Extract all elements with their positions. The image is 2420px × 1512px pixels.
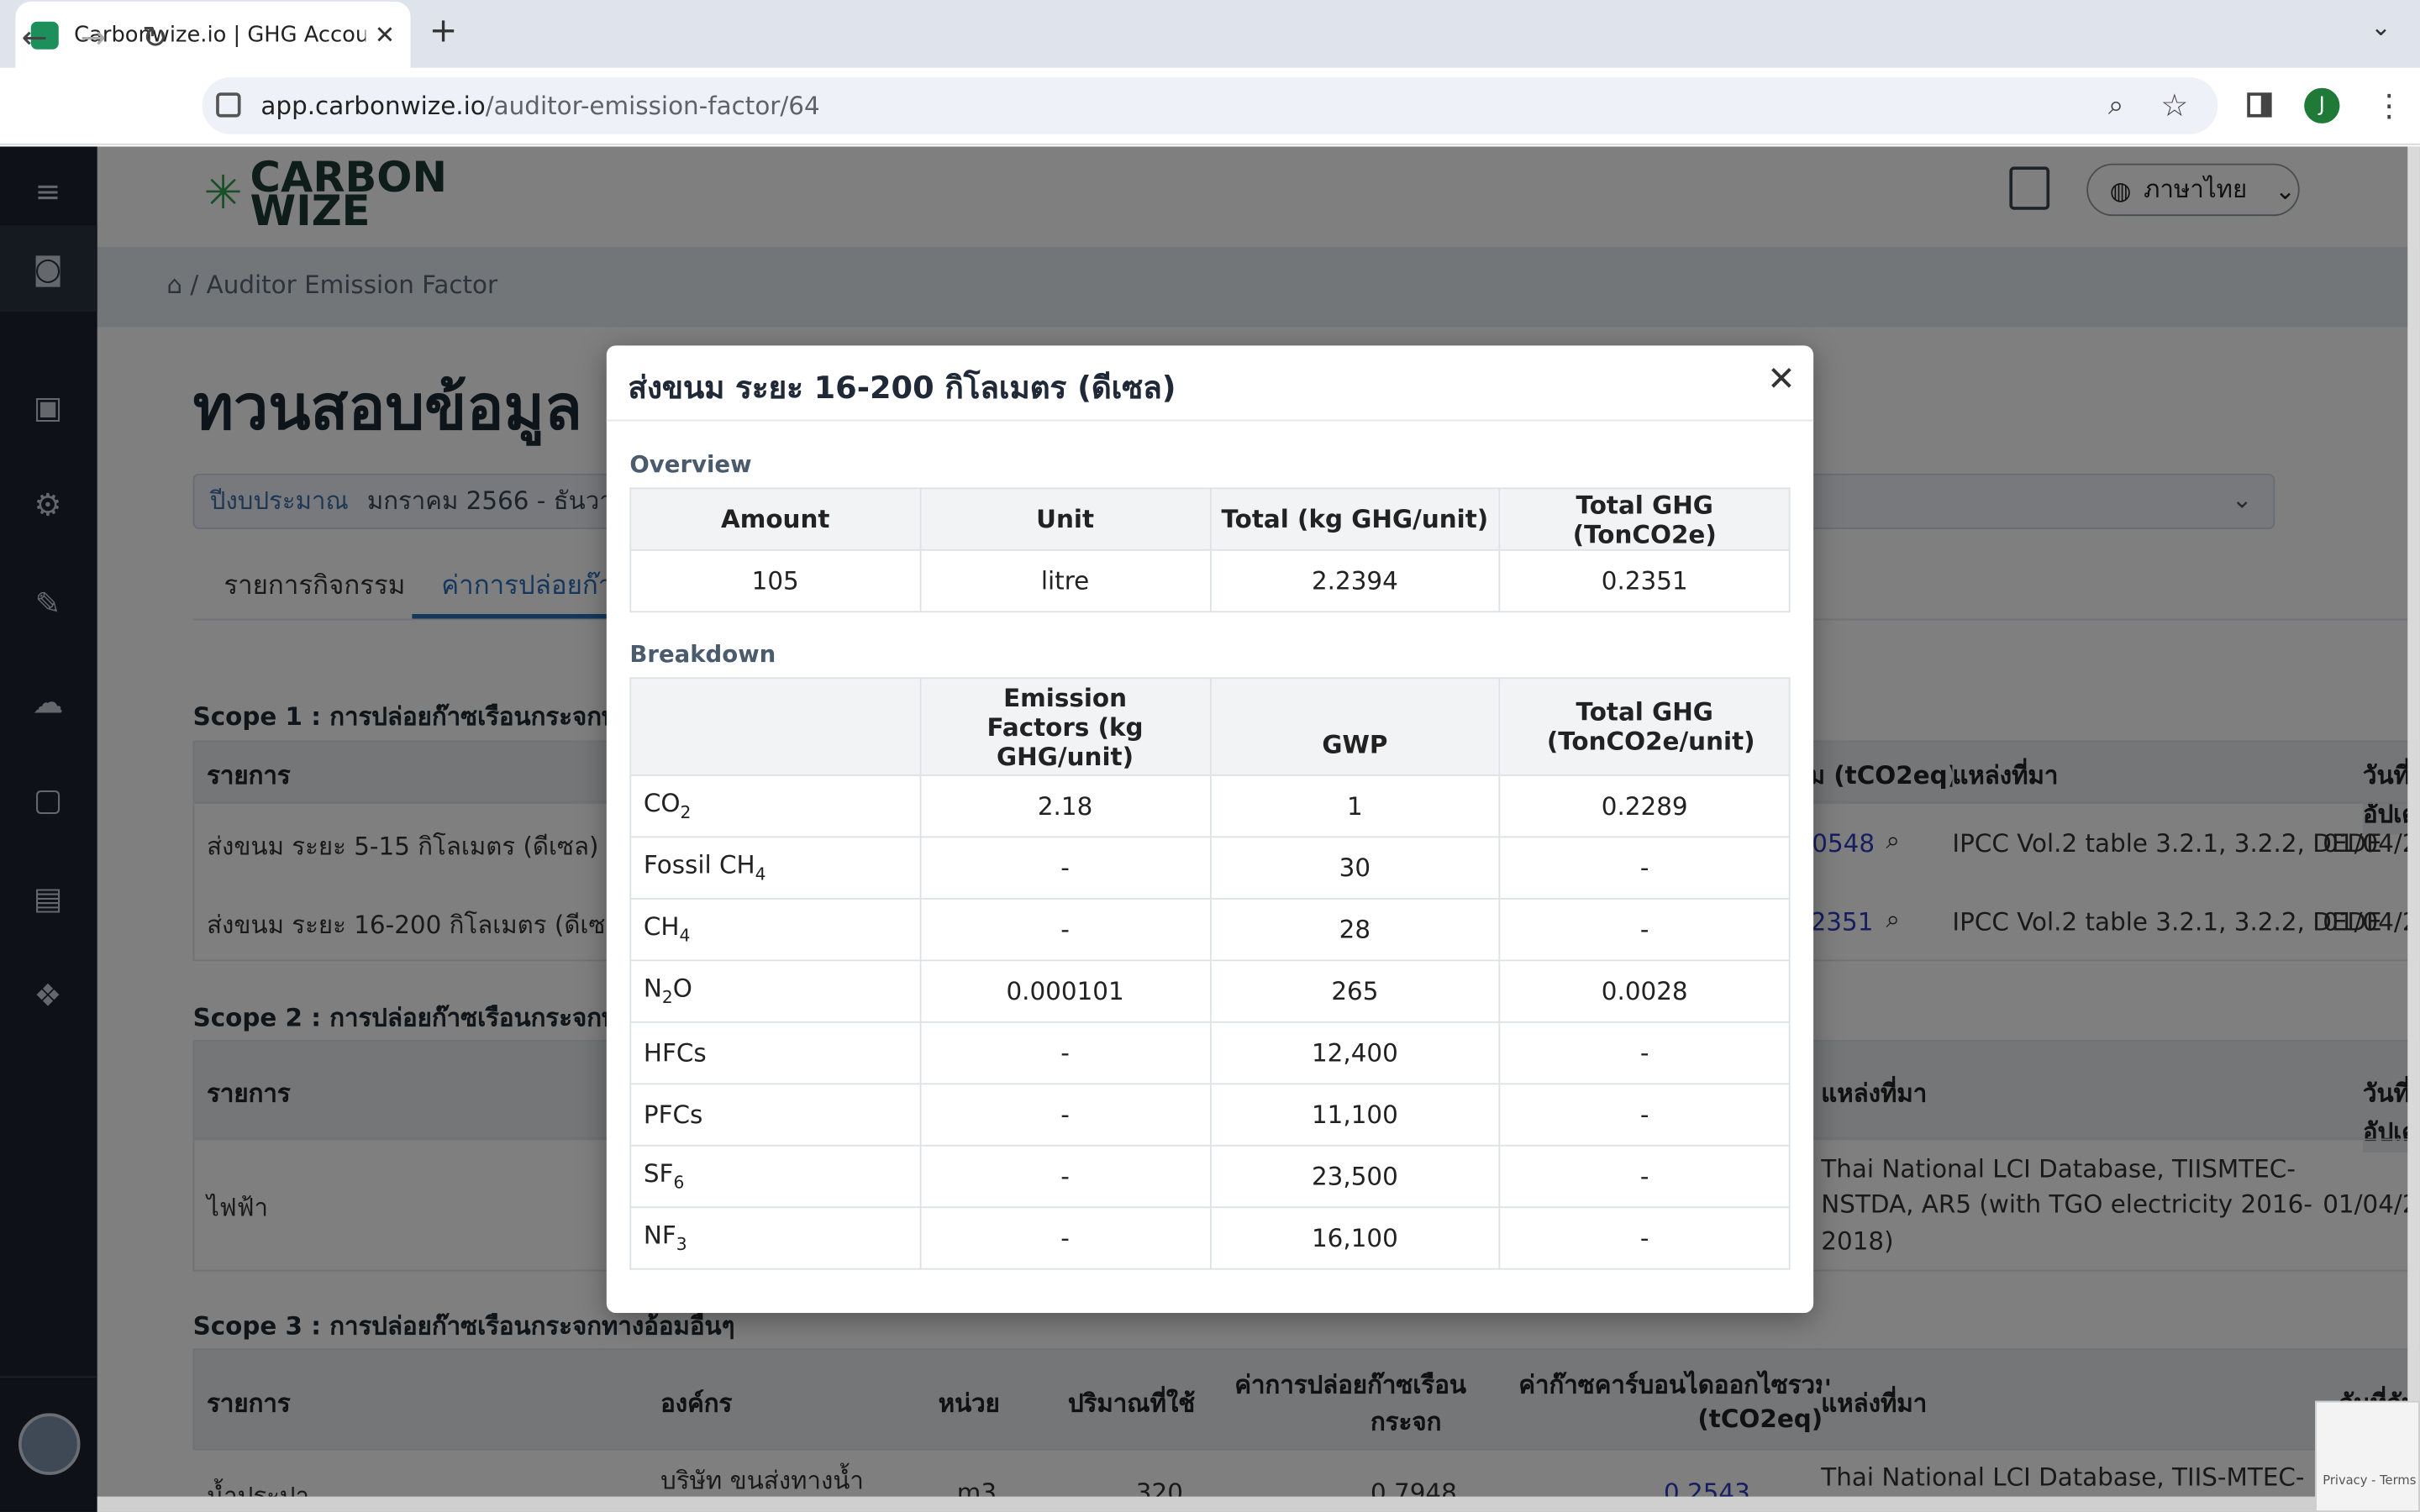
table-row: Fossil CH4-30-	[629, 836, 1791, 900]
breakdown-total: -	[1498, 897, 1791, 962]
breakdown-ef: -	[919, 1206, 1211, 1270]
breakdown-ef: -	[919, 1144, 1211, 1209]
overview-table: Amount Unit Total (kg GHG/unit) Total GH…	[629, 487, 1791, 613]
overview-amount: 105	[629, 549, 922, 613]
overview-header: Amount	[629, 487, 922, 551]
gas-name: N2O	[629, 959, 922, 1023]
breakdown-header	[629, 677, 922, 776]
breakdown-table: Emission Factors (kg GHG/unit) GWP Total…	[629, 677, 1791, 1270]
gas-name: NF3	[629, 1206, 922, 1270]
breakdown-total: -	[1498, 836, 1791, 900]
gas-label: CH	[643, 912, 680, 942]
address-bar[interactable]: app.carbonwize.io/auditor-emission-facto…	[202, 76, 2218, 134]
overview-header: Unit	[919, 487, 1211, 551]
table-row: CO2 2.18 1 0.2289	[629, 774, 1791, 838]
overview-header: Total GHG (TonCO2e)	[1498, 487, 1791, 551]
bookmark-star-icon[interactable]: ☆	[2160, 87, 2188, 123]
gas-name: PFCs	[629, 1083, 922, 1147]
gas-subscript: 3	[676, 1235, 687, 1256]
side-panel-icon[interactable]	[2247, 92, 2272, 118]
breakdown-ef: -	[919, 836, 1211, 900]
browser-tab[interactable]: Carbonwize.io | GHG Accoun ✕	[15, 1, 411, 68]
gas-label: PFCs	[643, 1100, 703, 1130]
gas-name: Fossil CH4	[629, 836, 922, 900]
gas-label: CO	[643, 789, 681, 819]
gas-name: HFCs	[629, 1021, 922, 1085]
breakdown-total: -	[1498, 1083, 1791, 1147]
breakdown-total: -	[1498, 1144, 1791, 1209]
profile-avatar[interactable]: J	[2304, 87, 2340, 123]
breakdown-ef: 0.000101	[919, 959, 1211, 1023]
gas-name: CO2	[629, 774, 922, 838]
overview-unit: litre	[919, 549, 1211, 613]
breakdown-gwp: 1	[1209, 774, 1501, 838]
reload-icon[interactable]: ↻	[142, 18, 168, 55]
breakdown-ef: -	[919, 1021, 1211, 1085]
back-icon[interactable]: ←	[22, 18, 48, 55]
vertical-scrollbar[interactable]	[2407, 146, 2420, 1512]
gas-label: NF	[643, 1221, 676, 1251]
recaptcha-badge[interactable]: Privacy - Terms	[2315, 1400, 2420, 1512]
gas-name: SF6	[629, 1144, 922, 1209]
table-row: SF6-23,500-	[629, 1144, 1791, 1209]
overview-label: Overview	[629, 450, 752, 479]
url-domain: app.carbonwize.io	[260, 91, 486, 121]
breakdown-total: 0.0028	[1498, 959, 1791, 1023]
gas-label: N	[643, 974, 662, 1004]
table-row: PFCs -11,100-	[629, 1083, 1791, 1147]
new-tab-icon[interactable]: +	[429, 13, 458, 51]
breakdown-total: 0.2289	[1498, 774, 1791, 838]
gas-label: HFCs	[643, 1038, 707, 1068]
breakdown-gwp: 11,100	[1209, 1083, 1501, 1147]
table-row: NF3-16,100-	[629, 1206, 1791, 1270]
overview-total-kg: 2.2394	[1209, 549, 1501, 613]
gas-subscript: 4	[755, 864, 766, 885]
breakdown-header: Emission Factors (kg GHG/unit)	[919, 677, 1211, 776]
breakdown-header: Total GHG (TonCO2e/unit)	[1498, 677, 1791, 776]
site-settings-icon[interactable]	[216, 92, 241, 118]
gas-label: Fossil CH	[643, 850, 755, 880]
table-row: N2O 0.000101 265 0.0028	[629, 959, 1791, 1023]
breakdown-gwp: 16,100	[1209, 1206, 1501, 1270]
gas-name: CH4	[629, 897, 922, 962]
gas-label: SF	[643, 1159, 674, 1189]
breakdown-header: GWP	[1209, 677, 1501, 776]
gas-subscript: 4	[679, 927, 691, 947]
forward-icon[interactable]: →	[81, 18, 107, 55]
modal-title: ส่งขนม ระยะ 16-200 กิโลเมตร (ดีเซล)	[606, 345, 1814, 422]
tab-search-icon[interactable]: ⌄	[2370, 13, 2391, 42]
breakdown-gwp: 30	[1209, 836, 1501, 900]
horizontal-scrollbar[interactable]	[97, 1496, 2408, 1512]
browser-menu-icon[interactable]: ⋮	[2374, 87, 2405, 123]
url-path: /auditor-emission-factor/64	[485, 91, 820, 121]
breakdown-total: -	[1498, 1206, 1791, 1270]
breakdown-gwp: 265	[1209, 959, 1501, 1023]
gas-label-tail: O	[672, 974, 692, 1004]
breakdown-label: Breakdown	[629, 640, 776, 669]
gas-subscript: 2	[661, 988, 673, 1009]
table-row: HFCs -12,400-	[629, 1021, 1791, 1085]
close-tab-icon[interactable]: ✕	[375, 20, 396, 50]
gas-subscript: 6	[673, 1173, 685, 1194]
overview-total-ton: 0.2351	[1498, 549, 1791, 613]
breakdown-gwp: 23,500	[1209, 1144, 1501, 1209]
gas-subscript: 2	[680, 803, 692, 824]
breakdown-gwp: 12,400	[1209, 1021, 1501, 1085]
breakdown-ef: -	[919, 897, 1211, 962]
table-row: CH4-28-	[629, 897, 1791, 962]
overview-header: Total (kg GHG/unit)	[1209, 487, 1501, 551]
breakdown-total: -	[1498, 1021, 1791, 1085]
breakdown-gwp: 28	[1209, 897, 1501, 962]
breakdown-ef: 2.18	[919, 774, 1211, 838]
tab-title: Carbonwize.io | GHG Accoun	[74, 22, 366, 48]
breakdown-ef: -	[919, 1083, 1211, 1147]
zoom-icon[interactable]: ⌕	[2108, 90, 2124, 123]
emission-detail-modal: ส่งขนม ระยะ 16-200 กิโลเมตร (ดีเซล) ✕ Ov…	[606, 345, 1814, 1314]
close-icon[interactable]: ✕	[1767, 361, 1796, 400]
